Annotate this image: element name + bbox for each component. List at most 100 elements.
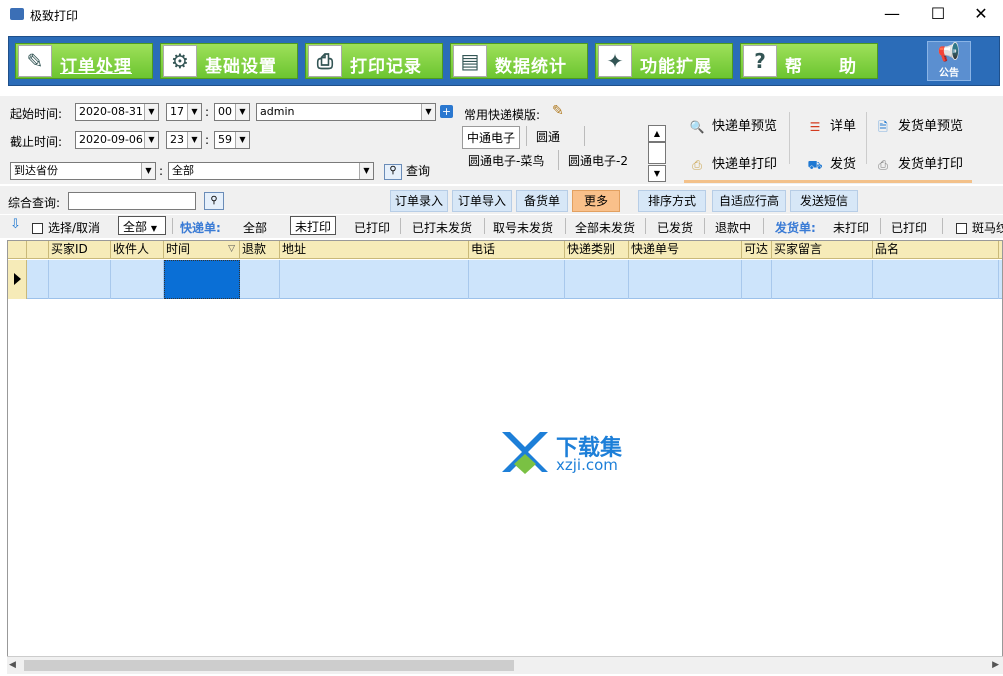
chevron-down-icon: ▼ [144, 104, 158, 120]
end-hour-select[interactable]: 23 ▼ [166, 131, 202, 149]
filter-all-unshipped[interactable]: 全部未发货 [575, 219, 635, 236]
express-print-button[interactable]: ⎙ 快递单打印 [688, 153, 777, 174]
checkbox-column-header [27, 241, 49, 259]
chevron-down-icon: ▼ [235, 132, 249, 148]
edit-template-icon[interactable]: ✎ [552, 103, 572, 121]
template-separator [526, 126, 527, 146]
filter-printed-unshipped[interactable]: 已打未发货 [412, 219, 472, 236]
column-header-address[interactable]: 地址 [280, 241, 469, 259]
column-header-phone[interactable]: 电话 [469, 241, 565, 259]
table-row[interactable] [8, 260, 1002, 299]
express-preview-button[interactable]: 🔍 快递单预览 [688, 115, 778, 136]
start-time-label: 起始时间: [10, 107, 63, 121]
statistics-chart-icon: ▤ [453, 45, 487, 77]
sort-desc-icon: ▽ [228, 244, 235, 254]
truck-icon: ⛟ [807, 157, 823, 172]
column-header-buyer-id[interactable]: 买家ID [49, 241, 111, 259]
column-header-buyer-message[interactable]: 买家留言 [772, 241, 873, 259]
column-header-time[interactable]: 时间 ▽ [164, 241, 240, 259]
end-date-picker[interactable]: 2020-09-06 ▼ [75, 131, 159, 149]
template-item[interactable]: 中通电子 [462, 126, 521, 149]
minimize-button[interactable]: — [869, 0, 915, 30]
nav-basic-settings[interactable]: ⚙ 基础设置 [160, 43, 298, 79]
scroll-thumb[interactable] [24, 660, 514, 671]
scroll-down-icon[interactable]: ▼ [648, 165, 666, 182]
table-cell[interactable] [49, 260, 111, 299]
invoice-preview-button[interactable]: 🗎 发货单预览 [874, 115, 963, 136]
column-header-reachable[interactable]: 可达 [742, 241, 772, 259]
adaptive-row-height-button[interactable]: 自适应行高 [712, 190, 786, 212]
order-entry-button[interactable]: 订单录入 [390, 190, 448, 212]
nav-label: 帮 助 [785, 57, 857, 77]
template-item[interactable]: 圆通 [532, 126, 564, 147]
table-cell[interactable] [629, 260, 742, 299]
scroll-up-icon[interactable]: ▲ [648, 125, 666, 142]
stocking-list-button[interactable]: 备货单 [516, 190, 568, 212]
template-item[interactable]: 圆通电子-菜鸟 [464, 150, 548, 171]
table-cell[interactable] [469, 260, 565, 299]
column-header-express-type[interactable]: 快递类别 [565, 241, 629, 259]
search-icon[interactable]: ⚲ [204, 192, 224, 210]
column-header-product-name[interactable]: 品名 [873, 241, 999, 259]
nav-print-records[interactable]: ⎙ 打印记录 [305, 43, 443, 79]
printer-icon: ⎙ [692, 157, 702, 172]
detail-button[interactable]: ☰ 详单 [806, 115, 856, 136]
filter-refunding[interactable]: 退款中 [715, 219, 751, 236]
table-cell[interactable] [280, 260, 469, 299]
select-scope-value: 全部 [123, 220, 148, 234]
more-button[interactable]: 更多 [572, 190, 620, 212]
start-date-picker[interactable]: 2020-08-31 ▼ [75, 103, 159, 121]
table-cell-selected[interactable] [164, 260, 240, 299]
zebra-stripe-checkbox[interactable]: 斑马纹 [956, 219, 1003, 236]
column-header-recipient[interactable]: 收件人 [111, 241, 164, 259]
ship-button[interactable]: ⛟ 发货 [806, 153, 856, 174]
template-scrollbar[interactable]: ▲ ▼ [648, 125, 666, 183]
close-button[interactable]: ✕ [958, 0, 1003, 30]
end-minute-select[interactable]: 59 ▼ [214, 131, 250, 149]
send-sms-button[interactable]: 发送短信 [790, 190, 858, 212]
column-header-tracking-number[interactable]: 快递单号 [629, 241, 742, 259]
maximize-button[interactable]: ☐ [915, 0, 961, 30]
scroll-track[interactable] [648, 142, 666, 164]
nav-feature-extension[interactable]: ✦ 功能扩展 [595, 43, 733, 79]
nav-data-statistics[interactable]: ▤ 数据统计 [450, 43, 588, 79]
notice-button[interactable]: 📢 公告 [927, 41, 971, 81]
select-all-checkbox[interactable]: 选择/取消 [32, 219, 100, 236]
select-scope-dropdown[interactable]: 全部 ▼ [118, 216, 166, 235]
scroll-left-icon[interactable]: ◀ [9, 660, 16, 670]
invoice-print-button[interactable]: ⎙ 发货单打印 [874, 153, 963, 174]
start-minute-select[interactable]: 00 ▼ [214, 103, 250, 121]
combined-query-input[interactable] [68, 192, 196, 210]
horizontal-scrollbar[interactable]: ◀ ▶ [7, 656, 1003, 674]
checkbox-icon [956, 223, 967, 234]
province-select[interactable]: 到达省份 ▼ [10, 162, 156, 180]
nav-order-processing[interactable]: ✎ 订单处理 [15, 43, 153, 79]
filter-express-all[interactable]: 全部 [243, 219, 267, 236]
table-cell[interactable] [742, 260, 772, 299]
filter-shipped[interactable]: 已发货 [657, 219, 693, 236]
filter-divider [763, 218, 764, 234]
filter-express-printed[interactable]: 已打印 [354, 219, 390, 236]
table-cell[interactable] [565, 260, 629, 299]
add-user-icon[interactable]: + [440, 105, 453, 118]
table-cell[interactable] [27, 260, 49, 299]
filter-invoice-unprinted[interactable]: 未打印 [833, 219, 869, 236]
scroll-right-icon[interactable]: ▶ [992, 660, 999, 670]
nav-help[interactable]: ? 帮 助 [740, 43, 878, 79]
table-cell[interactable] [772, 260, 873, 299]
filter-express-unprinted[interactable]: 未打印 [290, 216, 337, 235]
table-cell[interactable] [873, 260, 999, 299]
sort-method-button[interactable]: 排序方式 [638, 190, 706, 212]
filter-invoice-printed[interactable]: 已打印 [891, 219, 927, 236]
table-cell[interactable] [111, 260, 164, 299]
template-item[interactable]: 圆通电子-2 [564, 150, 632, 171]
province-value-select[interactable]: 全部 ▼ [168, 162, 374, 180]
table-cell[interactable] [240, 260, 280, 299]
watermark: 下载集 xzji.com [500, 430, 640, 476]
query-button[interactable]: ⚲ 查询 [384, 162, 430, 180]
start-hour-select[interactable]: 17 ▼ [166, 103, 202, 121]
column-header-refund[interactable]: 退款 [240, 241, 280, 259]
order-import-button[interactable]: 订单导入 [452, 190, 512, 212]
filter-took-unshipped[interactable]: 取号未发货 [493, 219, 553, 236]
user-select[interactable]: admin ▼ [256, 103, 436, 121]
